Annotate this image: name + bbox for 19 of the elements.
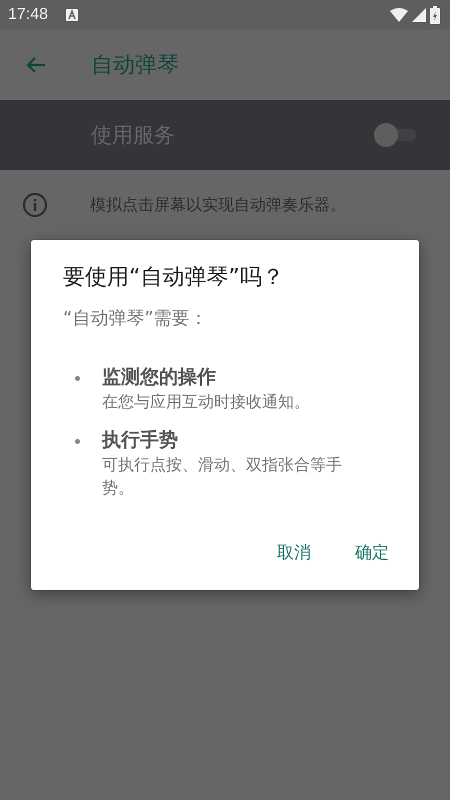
toggle-switch[interactable] [374,122,416,148]
info-icon [22,192,48,218]
permission-description: 在您与应用互动时接收通知。 [102,391,311,413]
permission-description: 可执行点按、滑动、双指张合等手势。 [102,454,343,500]
cancel-button[interactable]: 取消 [269,537,319,568]
battery-icon [430,6,440,24]
bullet-icon [75,376,80,381]
bullet-icon [75,439,80,444]
app-title: 自动弹琴 [91,52,179,80]
confirm-button[interactable]: 确定 [347,537,397,568]
permission-title: 监测您的操作 [102,365,217,390]
dialog-subtitle: “自动弹琴”需要： [63,307,209,330]
signal-icon [412,8,426,22]
dialog-title: 要使用“自动弹琴”吗？ [63,264,285,292]
permission-title: 执行手势 [102,428,179,454]
wifi-icon [390,8,408,22]
info-text: 模拟点击屏幕以实现自动弹奏乐器。 [90,194,346,216]
notification-icon [66,9,78,21]
status-time: 17:48 [8,6,48,24]
